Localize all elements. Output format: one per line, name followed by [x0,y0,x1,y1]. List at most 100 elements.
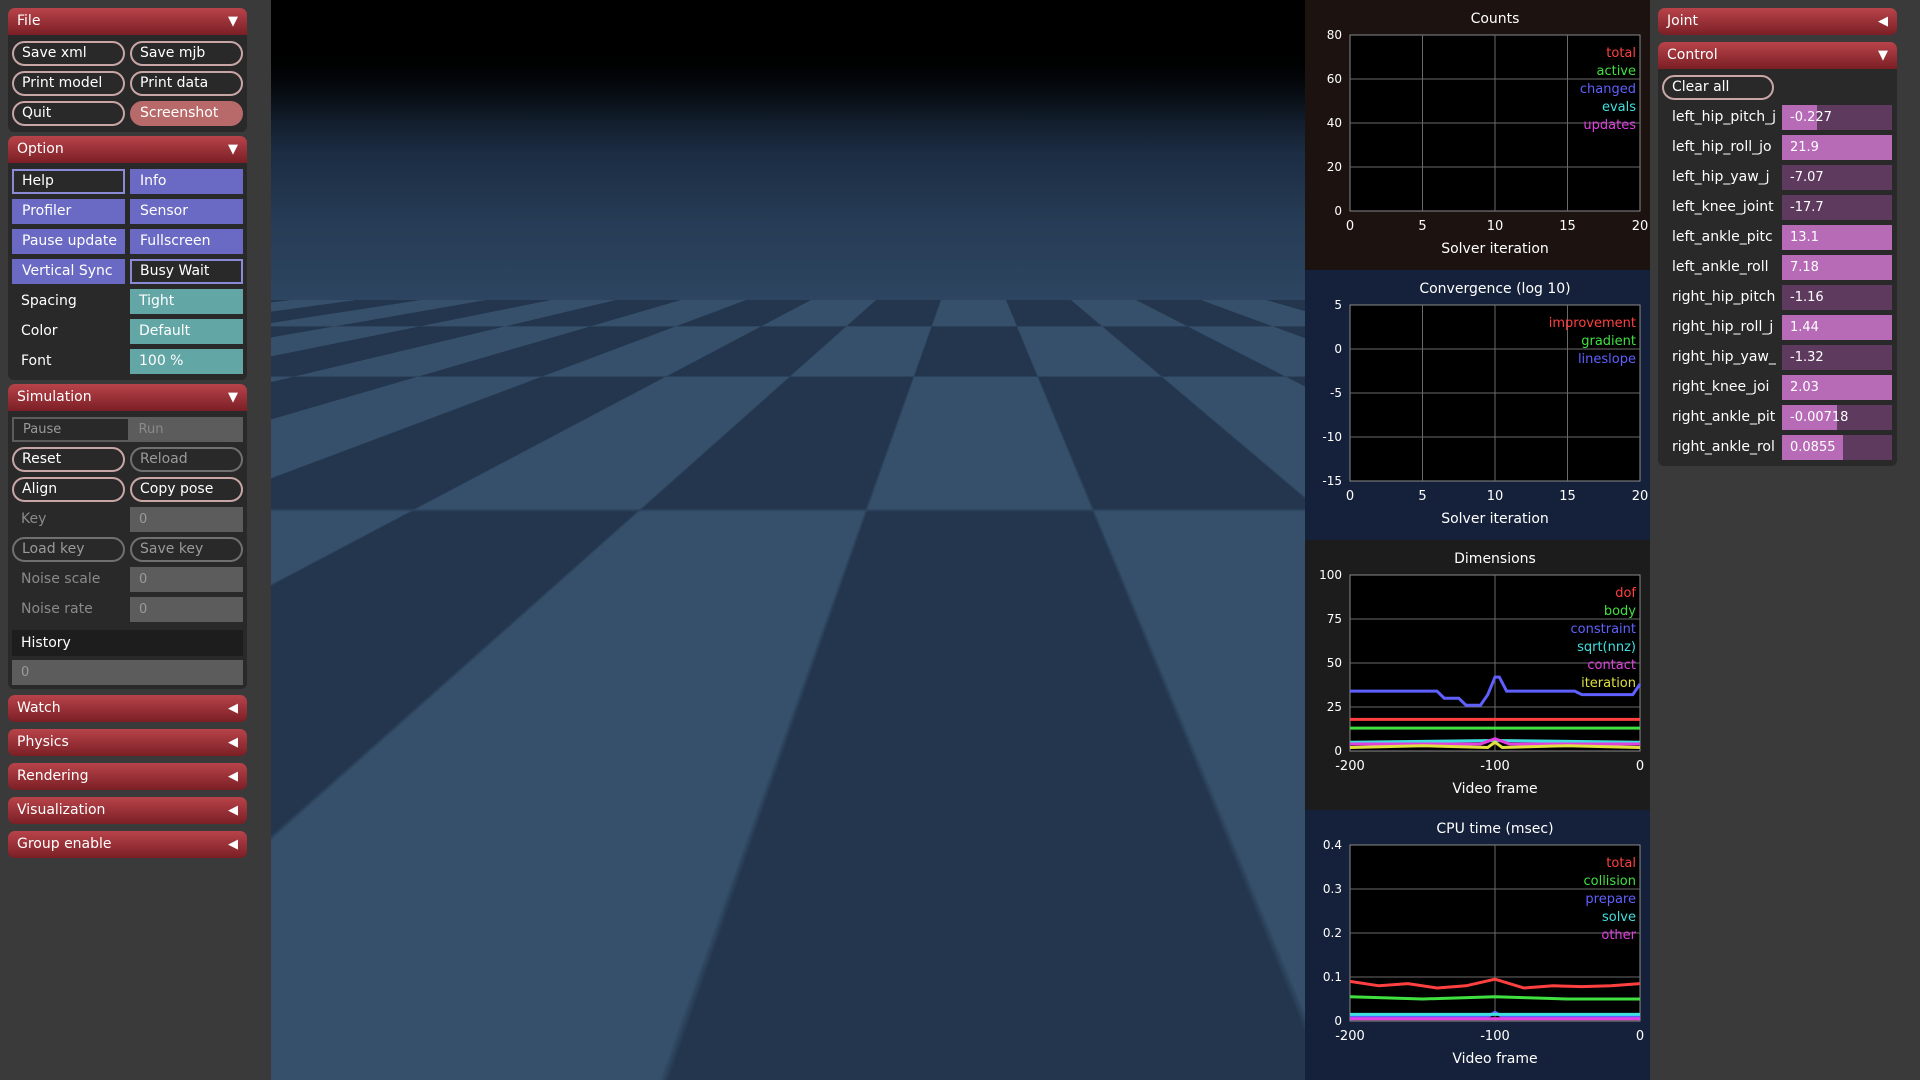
joint-section-header[interactable]: Joint ◀ [1658,8,1897,35]
info-size-label: Size [278,965,305,980]
reload-button[interactable]: Reload [130,446,243,472]
x-tick-label: 15 [1559,489,1576,504]
visualization-section-header[interactable]: Visualization ◀ [8,797,247,824]
y-tick-label: 75 [1327,612,1342,626]
legend-entry: updates [1583,118,1636,133]
help-checkbox[interactable]: Help [12,168,125,194]
vertical-sync-checkbox[interactable]: Vertical Sync [12,258,125,284]
y-tick-label: 100 [1319,568,1342,582]
control-slider[interactable]: -0.227 [1782,104,1892,130]
control-slider[interactable]: 1.44 [1782,314,1892,340]
x-axis-label: Video frame [1452,1051,1537,1067]
save-xml-button[interactable]: Save xml [12,40,125,66]
control-value: 21.9 [1790,139,1819,155]
x-tick-label: 20 [1632,489,1649,504]
legend-entry: dof [1615,586,1636,601]
x-axis-label: Video frame [1452,781,1537,797]
info-fps-label: FPS [278,1034,302,1049]
control-slider[interactable]: -1.32 [1782,344,1892,370]
save-mjb-button[interactable]: Save mjb [130,40,243,66]
x-tick-label: 15 [1559,219,1576,234]
watch-section-header[interactable]: Watch ◀ [8,695,247,722]
rendering-section-header[interactable]: Rendering ◀ [8,763,247,790]
control-label: left_knee_joint [1672,199,1774,215]
reset-button[interactable]: Reset [12,446,125,472]
sensor-checkbox[interactable]: Sensor [130,198,243,224]
spacing-select[interactable]: Tight [130,288,243,314]
info-checkbox[interactable]: Info [130,168,243,194]
legend-entry: gradient [1581,334,1636,349]
profiler-checkbox[interactable]: Profiler [12,198,125,224]
left-ui-panel: File ▼ Save xml Save mjb Print model Pri… [0,0,271,1080]
quit-button[interactable]: Quit [12,100,125,126]
x-tick-label: 0 [1346,219,1354,234]
x-tick-label: -200 [1335,759,1365,774]
chart-title: Counts [1471,11,1520,27]
info-memory-value: 0.0025 of 14M [346,1057,441,1072]
control-row: left_hip_yaw_j -7.07 [1662,162,1893,192]
clear-all-button[interactable]: Clear all [1662,74,1774,100]
group-enable-section-header[interactable]: Group enable ◀ [8,831,247,858]
x-tick-label: 0 [1346,489,1354,504]
control-slider[interactable]: -17.7 [1782,194,1892,220]
load-key-button[interactable]: Load key [12,536,125,562]
legend-entry: evals [1602,100,1636,115]
control-value: -1.16 [1790,289,1824,305]
control-value: -0.227 [1790,109,1832,125]
screenshot-button[interactable]: Screenshot [130,100,243,126]
control-section-header[interactable]: Control ▼ [1658,42,1897,69]
info-overlay: Time 5.772 Size 34 (4 con) CPU 0.068 Solver… [274,936,448,1076]
align-button[interactable]: Align [12,476,125,502]
save-key-button[interactable]: Save key [130,536,243,562]
profiler-dimensions-figure: Dimensions -200 -100 0 0 25 50 75 100 Video frame… [1305,540,1650,810]
history-slider[interactable]: 0 [12,660,243,685]
font-select[interactable]: 100 % [130,348,243,374]
print-data-button[interactable]: Print data [130,70,243,96]
x-axis-label: Solver iteration [1441,511,1549,527]
color-select[interactable]: Default [130,318,243,344]
watch-section-title: Watch [17,700,61,716]
pause-radio[interactable]: Pause [12,416,130,442]
physics-section-header[interactable]: Physics ◀ [8,729,247,756]
control-row: left_ankle_roll 7.18 [1662,252,1893,282]
run-radio[interactable]: Run [129,416,243,442]
file-section-header[interactable]: File ▼ [8,8,247,35]
noise-scale-slider[interactable]: 0 [130,566,243,592]
collapse-down-icon: ▼ [1878,48,1888,63]
copy-pose-button[interactable]: Copy pose [130,476,243,502]
control-slider[interactable]: -7.07 [1782,164,1892,190]
control-slider[interactable]: -0.00718 [1782,404,1892,430]
noise-rate-slider[interactable]: 0 [130,596,243,622]
info-cpu-label: CPU [278,988,305,1003]
print-model-button[interactable]: Print model [12,70,125,96]
control-slider[interactable]: 7.18 [1782,254,1892,280]
control-slider[interactable]: 2.03 [1782,374,1892,400]
collapse-down-icon: ▼ [228,390,238,405]
y-tick-label: 25 [1327,700,1342,714]
spacing-label: Spacing [21,293,77,309]
control-row: left_hip_pitch_j -0.227 [1662,102,1893,132]
control-value: 0.0855 [1790,439,1836,455]
option-section-header[interactable]: Option ▼ [8,136,247,163]
control-section-title: Control [1667,47,1718,63]
control-slider[interactable]: -1.16 [1782,284,1892,310]
pause-update-checkbox[interactable]: Pause update [12,228,125,254]
control-value: -17.7 [1790,199,1824,215]
control-value: -7.07 [1790,169,1824,185]
y-tick-label: -15 [1322,474,1342,488]
control-label: right_knee_joi [1672,379,1770,395]
legend-entry: body [1604,604,1636,619]
key-slider[interactable]: 0 [130,506,243,532]
profiler-convergence-figure: Convergence (log 10) 0 5 10 15 20 -15 -10 -5 0 5 So… [1305,270,1650,540]
simulation-section-header[interactable]: Simulation ▼ [8,384,247,411]
busy-wait-checkbox[interactable]: Busy Wait [130,258,243,284]
control-slider[interactable]: 0.0855 [1782,434,1892,460]
control-label: left_ankle_roll [1672,259,1769,275]
control-slider[interactable]: 21.9 [1782,134,1892,160]
control-row: right_ankle_rol 0.0855 [1662,432,1893,462]
control-slider[interactable]: 13.1 [1782,224,1892,250]
x-axis-label: Solver iteration [1441,241,1549,257]
fullscreen-checkbox[interactable]: Fullscreen [130,228,243,254]
y-tick-label: 0 [1334,744,1342,758]
y-tick-label: 5 [1334,298,1342,312]
